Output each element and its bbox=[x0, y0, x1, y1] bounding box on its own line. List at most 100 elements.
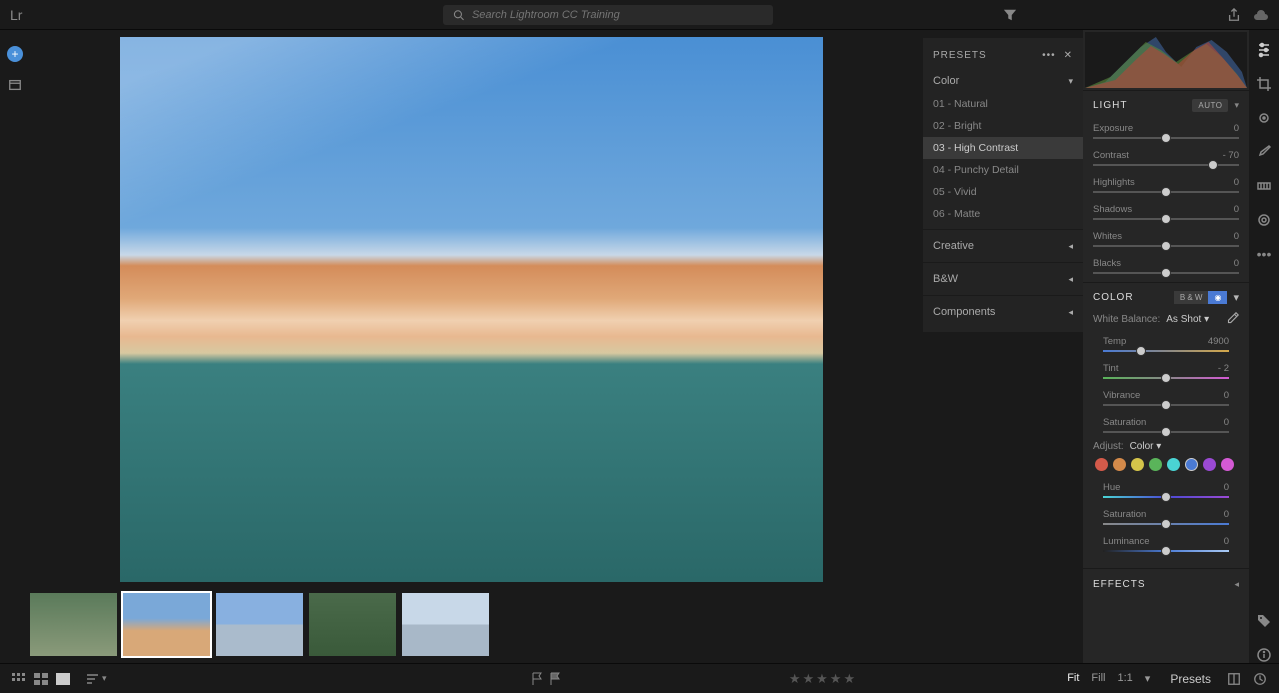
slider-thumb[interactable] bbox=[1161, 519, 1171, 529]
color-dot[interactable] bbox=[1113, 458, 1126, 471]
slider-track[interactable] bbox=[1093, 245, 1239, 247]
effects-section-title: EFFECTS bbox=[1093, 579, 1146, 590]
slider-track[interactable] bbox=[1103, 496, 1229, 498]
slider-thumb[interactable] bbox=[1161, 400, 1171, 410]
slider-thumb[interactable] bbox=[1161, 546, 1171, 556]
preset-item[interactable]: 01 - Natural bbox=[923, 93, 1083, 115]
preset-section-components[interactable]: Components ◂ bbox=[923, 300, 1083, 324]
slider-thumb[interactable] bbox=[1161, 214, 1171, 224]
slider-thumb[interactable] bbox=[1161, 373, 1171, 383]
thumbnail[interactable] bbox=[309, 593, 396, 656]
star-1[interactable]: ★ bbox=[789, 671, 801, 687]
color-toggle-button[interactable]: ◉ bbox=[1208, 291, 1227, 304]
histogram[interactable] bbox=[1085, 32, 1247, 88]
slider-thumb[interactable] bbox=[1208, 160, 1218, 170]
color-dot[interactable] bbox=[1095, 458, 1108, 471]
library-icon[interactable] bbox=[8, 78, 22, 92]
adjust-dropdown[interactable]: Color ▾ bbox=[1130, 441, 1162, 452]
brush-icon[interactable] bbox=[1256, 144, 1272, 160]
slider-thumb[interactable] bbox=[1161, 492, 1171, 502]
grid-small-icon[interactable] bbox=[12, 673, 26, 685]
thumbnail[interactable] bbox=[402, 593, 489, 656]
search-box[interactable] bbox=[443, 5, 773, 25]
slider-thumb[interactable] bbox=[1161, 133, 1171, 143]
preset-item[interactable]: 05 - Vivid bbox=[923, 181, 1083, 203]
color-dot[interactable] bbox=[1149, 458, 1162, 471]
info-icon[interactable] bbox=[1256, 647, 1272, 663]
heal-icon[interactable] bbox=[1256, 110, 1272, 126]
preset-section-bw[interactable]: B&W ◂ bbox=[923, 267, 1083, 291]
filter-icon[interactable] bbox=[1003, 8, 1017, 22]
star-2[interactable]: ★ bbox=[802, 671, 814, 687]
chevron-down-icon[interactable]: ▾ bbox=[1233, 291, 1239, 304]
preset-section-label: B&W bbox=[933, 273, 958, 285]
slider-track[interactable] bbox=[1103, 523, 1229, 525]
slider-track[interactable] bbox=[1103, 550, 1229, 552]
preset-item[interactable]: 04 - Punchy Detail bbox=[923, 159, 1083, 181]
zoom-fill[interactable]: Fill bbox=[1091, 672, 1105, 685]
slider-track[interactable] bbox=[1093, 191, 1239, 193]
presets-button[interactable]: Presets bbox=[1170, 672, 1211, 686]
original-toggle-icon[interactable] bbox=[1227, 672, 1241, 686]
grid-large-icon[interactable] bbox=[34, 673, 48, 685]
chevron-left-icon[interactable]: ◂ bbox=[1234, 579, 1239, 590]
zoom-dropdown-icon[interactable]: ▾ bbox=[1145, 672, 1151, 685]
slider-thumb[interactable] bbox=[1161, 427, 1171, 437]
canvas[interactable] bbox=[30, 30, 913, 588]
flag-reject-icon[interactable] bbox=[549, 672, 561, 686]
crop-icon[interactable] bbox=[1256, 76, 1272, 92]
slider-value: 0 bbox=[1234, 258, 1239, 269]
presets-title: PRESETS bbox=[933, 50, 987, 61]
single-view-icon[interactable] bbox=[56, 673, 70, 685]
tag-icon[interactable] bbox=[1256, 613, 1272, 629]
linear-gradient-icon[interactable] bbox=[1256, 178, 1272, 194]
slider-track[interactable] bbox=[1103, 431, 1229, 433]
preset-section-creative[interactable]: Creative ◂ bbox=[923, 234, 1083, 258]
add-photo-button[interactable]: + bbox=[7, 46, 23, 62]
color-dot[interactable] bbox=[1203, 458, 1216, 471]
zoom-fit[interactable]: Fit bbox=[1067, 672, 1079, 685]
cloud-icon[interactable] bbox=[1253, 9, 1269, 21]
slider-track[interactable] bbox=[1093, 137, 1239, 139]
eyedropper-icon[interactable] bbox=[1227, 312, 1239, 327]
radial-gradient-icon[interactable] bbox=[1256, 212, 1272, 228]
slider-thumb[interactable] bbox=[1161, 268, 1171, 278]
star-4[interactable]: ★ bbox=[830, 671, 842, 687]
auto-button[interactable]: AUTO bbox=[1192, 99, 1228, 112]
thumbnail[interactable] bbox=[123, 593, 210, 656]
chevron-down-icon[interactable]: ▾ bbox=[1234, 100, 1239, 111]
slider-track[interactable] bbox=[1093, 164, 1239, 166]
preset-item[interactable]: 03 - High Contrast bbox=[923, 137, 1083, 159]
slider-track[interactable] bbox=[1103, 404, 1229, 406]
zoom-ratio[interactable]: 1:1 bbox=[1117, 672, 1132, 685]
history-icon[interactable] bbox=[1253, 672, 1267, 686]
preset-item[interactable]: 06 - Matte bbox=[923, 203, 1083, 225]
slider-track[interactable] bbox=[1093, 272, 1239, 274]
thumbnail[interactable] bbox=[216, 593, 303, 656]
search-input[interactable] bbox=[472, 9, 763, 21]
slider-track[interactable] bbox=[1103, 350, 1229, 352]
flag-pick-icon[interactable] bbox=[531, 672, 543, 686]
thumbnail[interactable] bbox=[30, 593, 117, 656]
slider-thumb[interactable] bbox=[1136, 346, 1146, 356]
preset-item[interactable]: 02 - Bright bbox=[923, 115, 1083, 137]
color-dot[interactable] bbox=[1167, 458, 1180, 471]
color-dot[interactable] bbox=[1185, 458, 1198, 471]
more-icon[interactable]: ••• bbox=[1256, 246, 1272, 262]
share-icon[interactable] bbox=[1227, 8, 1241, 22]
slider-track[interactable] bbox=[1093, 218, 1239, 220]
color-dot[interactable] bbox=[1221, 458, 1234, 471]
close-icon[interactable]: ✕ bbox=[1064, 50, 1073, 61]
bw-toggle-button[interactable]: B & W bbox=[1174, 291, 1209, 304]
slider-track[interactable] bbox=[1103, 377, 1229, 379]
star-3[interactable]: ★ bbox=[816, 671, 828, 687]
preset-section-color[interactable]: Color ▾ bbox=[923, 69, 1083, 93]
presets-more-icon[interactable]: ••• bbox=[1042, 50, 1056, 61]
color-dot[interactable] bbox=[1131, 458, 1144, 471]
wb-dropdown[interactable]: As Shot ▾ bbox=[1166, 314, 1209, 325]
slider-thumb[interactable] bbox=[1161, 241, 1171, 251]
slider-thumb[interactable] bbox=[1161, 187, 1171, 197]
edit-sliders-icon[interactable] bbox=[1256, 42, 1272, 58]
sort-icon[interactable]: ▾ bbox=[86, 673, 107, 685]
star-5[interactable]: ★ bbox=[843, 671, 855, 687]
